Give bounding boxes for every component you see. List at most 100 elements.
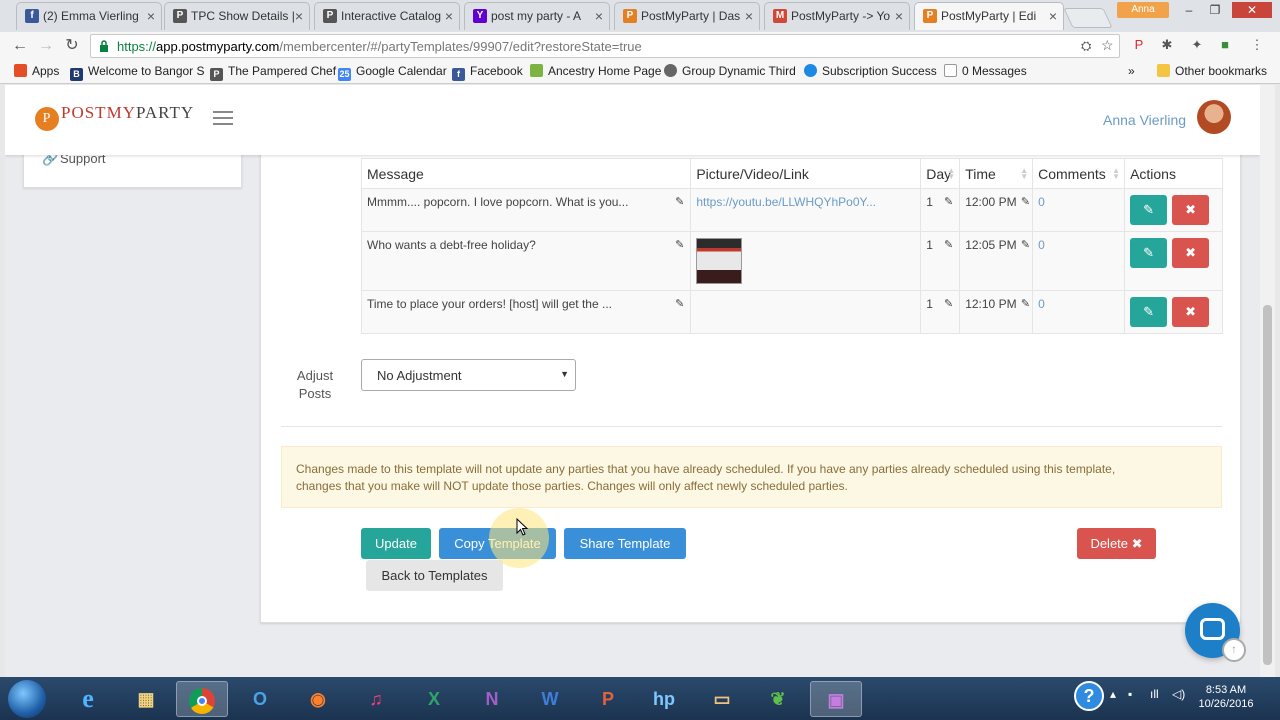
firefox-icon[interactable]: ◉ [292,681,344,717]
address-bar[interactable]: https://app.postmyparty.com/membercenter… [90,34,1120,58]
new-tab-button[interactable] [1063,8,1113,28]
chrome-icon[interactable] [176,681,228,717]
browser-tab[interactable]: Y post my party - A × [464,2,610,30]
pencil-icon[interactable]: ✎ [1021,238,1030,251]
bookmark-item[interactable]: f Facebook [452,64,523,81]
file-explorer-icon[interactable]: ▦ [120,681,172,717]
menu-icon[interactable]: ⋮ [1248,36,1266,54]
printer-icon[interactable]: ▭ [696,681,748,717]
browser-tab[interactable]: f (2) Emma Vierling × [16,2,162,30]
bookmark-item[interactable]: B Welcome to Bangor S [70,64,205,81]
post-image-thumbnail[interactable] [696,238,743,284]
column-header-time[interactable]: Time ▲ ▼ [959,158,1034,189]
browser-tab-active[interactable]: P PostMyParty | Edi × [914,2,1064,30]
edit-post-button[interactable]: ✎ [1130,195,1168,225]
close-tab-icon[interactable]: × [1049,3,1057,29]
excel-icon[interactable]: X [408,681,460,717]
screen-recorder-icon[interactable]: ▣ [810,681,862,717]
comments-count[interactable]: 0 [1038,297,1045,311]
close-tab-icon[interactable]: × [295,3,303,29]
comments-count[interactable]: 0 [1038,238,1045,252]
profile-badge[interactable]: Anna [1117,2,1169,18]
tray-expand-icon[interactable]: ▴ [1110,687,1116,701]
postmyparty-logo[interactable]: P POSTMYPARTY [35,103,194,131]
update-button[interactable]: Update [361,528,431,559]
close-tab-icon[interactable]: × [445,3,453,29]
delete-post-button[interactable]: ✖ [1172,297,1210,327]
extension-icon[interactable]: ■ [1216,36,1234,54]
forward-arrow-icon[interactable]: → [36,36,56,56]
translate-icon[interactable]: ⛭ [1081,38,1091,54]
bookmark-item[interactable]: Group Dynamic Third [664,64,796,78]
close-window-button[interactable]: ✕ [1232,2,1272,18]
facebook-icon: f [25,9,39,23]
bookmark-item[interactable]: Subscription Success [804,64,937,78]
bookmark-item[interactable]: Ancestry Home Page [530,64,661,78]
volume-icon[interactable]: ◁) [1172,687,1185,701]
bookmark-item[interactable]: 0 Messages [944,64,1027,78]
pencil-icon[interactable]: ✎ [675,238,684,251]
browser-tab[interactable]: P Interactive Catalog × [314,2,460,30]
back-to-templates-button[interactable]: Back to Templates [366,560,503,591]
minimize-button[interactable]: – [1176,2,1202,18]
system-clock[interactable]: 8:53 AM 10/26/2016 [1198,683,1254,711]
star-icon[interactable]: ☆ [1101,37,1114,54]
bookmark-item[interactable]: 25 Google Calendar [338,64,447,81]
outlook-icon[interactable]: O [234,681,286,717]
page-scrollbar[interactable] [1260,85,1275,677]
bookmarks-overflow[interactable]: » [1128,64,1135,78]
itunes-icon[interactable]: ♫ [350,681,402,717]
onenote-icon[interactable]: N [466,681,518,717]
powerpoint-icon[interactable]: P [582,681,634,717]
delete-post-button[interactable]: ✖ [1172,238,1210,268]
adjust-posts-select[interactable]: No Adjustment ▼ [361,359,576,391]
pencil-icon[interactable]: ✎ [944,238,953,251]
word-icon[interactable]: W [524,681,576,717]
pencil-icon[interactable]: ✎ [944,297,953,310]
scroll-to-top-button[interactable]: ↑ [1222,638,1246,662]
network-icon[interactable]: ▪ [1128,687,1132,701]
column-header-day[interactable]: Day ▲ ▼ [920,158,961,189]
share-template-button[interactable]: Share Template [564,528,686,559]
delete-post-button[interactable]: ✖ [1172,195,1210,225]
back-arrow-icon[interactable]: ← [10,36,30,56]
hamburger-menu-icon[interactable] [213,111,233,125]
browser-tab[interactable]: P PostMyParty | Das × [614,2,760,30]
close-tab-icon[interactable]: × [595,3,603,29]
edit-post-button[interactable]: ✎ [1130,238,1168,268]
bookmark-apps[interactable]: Apps [14,64,59,78]
pencil-icon[interactable]: ✎ [675,297,684,310]
pencil-icon[interactable]: ✎ [675,195,684,208]
pencil-icon[interactable]: ✎ [944,195,953,208]
close-tab-icon[interactable]: × [745,3,753,29]
avatar[interactable] [1197,100,1231,134]
column-header-comments[interactable]: Comments ▲ ▼ [1032,158,1126,189]
pinterest-icon[interactable]: P [1130,36,1148,54]
reload-icon[interactable]: ↻ [62,36,82,56]
delete-template-button[interactable]: Delete ✖ [1077,528,1156,559]
edit-post-button[interactable]: ✎ [1130,297,1168,327]
windows-start-button[interactable] [8,680,46,718]
maximize-button[interactable]: ❐ [1202,2,1228,18]
browser-tab[interactable]: M PostMyParty -> Yo × [764,2,910,30]
message-cell: Time to place your orders! [host] will g… [360,290,692,334]
help-icon[interactable]: ? [1074,681,1104,711]
pencil-icon[interactable]: ✎ [1021,195,1030,208]
close-tab-icon[interactable]: × [895,3,903,29]
bookmark-item[interactable]: P The Pampered Chef [210,64,336,81]
hp-icon[interactable]: hp [638,681,690,717]
internet-explorer-icon[interactable]: e [62,681,114,717]
pencil-icon[interactable]: ✎ [1021,297,1030,310]
scrollbar-thumb[interactable] [1263,305,1272,665]
evernote-icon[interactable]: ❦ [752,681,804,717]
browser-toolbar: ← → ↻ https://app.postmyparty.com/member… [0,32,1280,60]
extension-icon[interactable]: ✱ [1158,36,1176,54]
media-link[interactable]: https://youtu.be/LLWHQYhPo0Y... [696,195,876,209]
other-bookmarks[interactable]: Other bookmarks [1157,64,1267,78]
signal-icon[interactable]: ıll [1150,687,1159,701]
browser-tab[interactable]: P TPC Show Details | × [164,2,310,30]
user-name[interactable]: Anna Vierling [1103,112,1186,128]
extension-icon[interactable]: ✦ [1188,36,1206,54]
close-tab-icon[interactable]: × [147,3,155,29]
comments-count[interactable]: 0 [1038,195,1045,209]
